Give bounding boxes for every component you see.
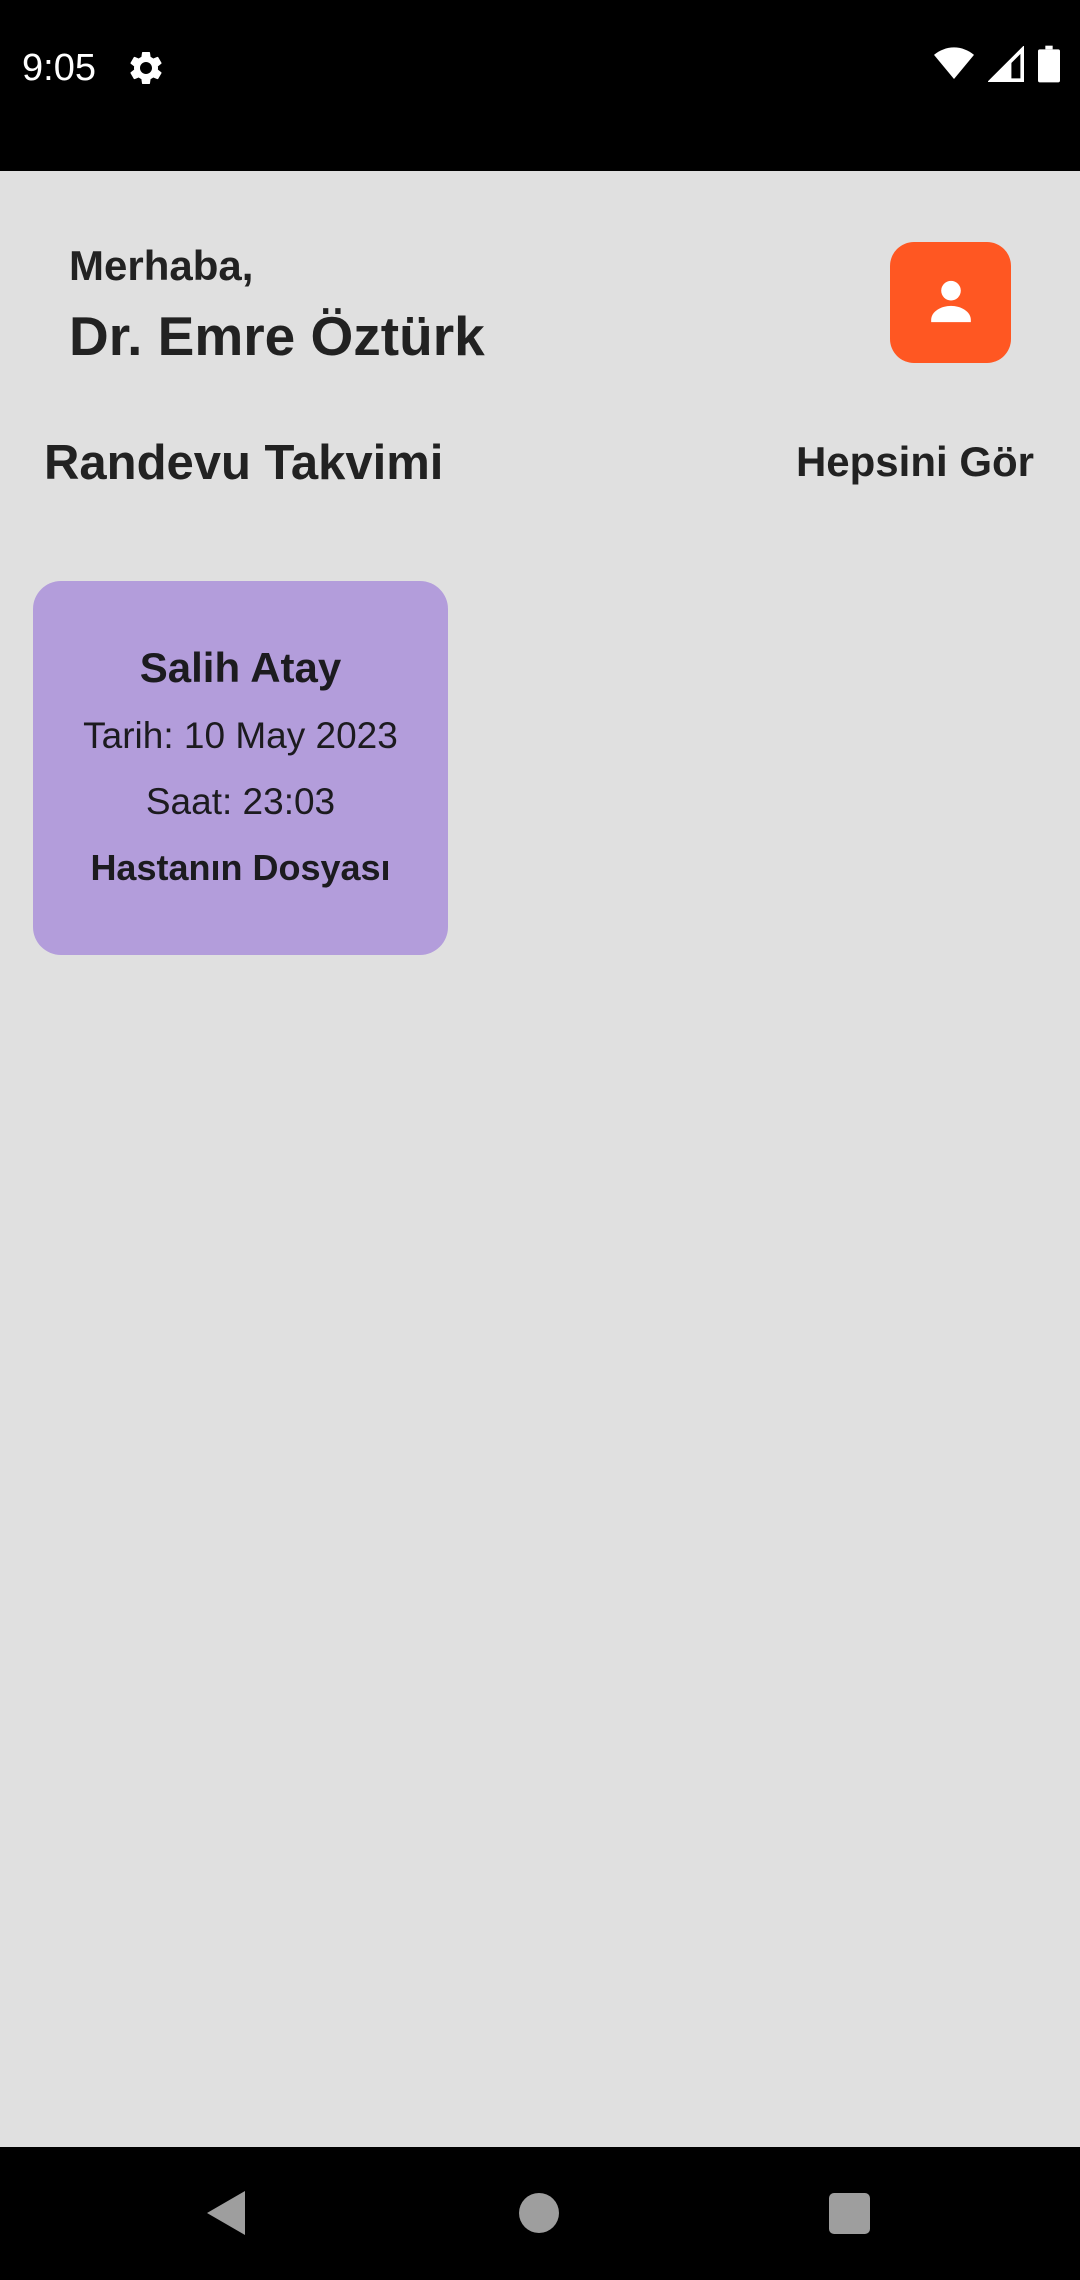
cell-signal-icon bbox=[987, 44, 1024, 87]
doctor-name: Dr. Emre Öztürk bbox=[69, 305, 485, 367]
home-icon[interactable] bbox=[519, 2193, 559, 2233]
back-icon[interactable] bbox=[205, 2189, 247, 2237]
status-time: 9:05 bbox=[22, 47, 96, 89]
main-content: Merhaba, Dr. Emre Öztürk Randevu Takvimi… bbox=[0, 171, 1080, 2147]
navigation-bar bbox=[0, 2147, 1080, 2280]
screen: 9:05 Merhaba, Dr. Emre Öztürk Randevu Ta… bbox=[0, 0, 1080, 2280]
patient-file-link[interactable]: Hastanın Dosyası bbox=[33, 843, 448, 893]
recents-icon[interactable] bbox=[829, 2193, 870, 2234]
see-all-link[interactable]: Hepsini Gör bbox=[796, 433, 1034, 491]
appointment-time: Saat: 23:03 bbox=[145, 781, 336, 822]
person-icon bbox=[923, 272, 979, 333]
greeting-text: Merhaba, bbox=[69, 242, 254, 289]
battery-icon bbox=[1038, 45, 1060, 88]
patient-name: Salih Atay bbox=[139, 644, 342, 691]
profile-button[interactable] bbox=[890, 242, 1011, 363]
status-bar: 9:05 bbox=[0, 0, 1080, 171]
appointment-card[interactable]: Salih Atay Tarih: 10 May 2023 Saat: 23:0… bbox=[33, 581, 448, 955]
settings-gear-icon bbox=[126, 48, 166, 88]
appointment-date: Tarih: 10 May 2023 bbox=[83, 715, 398, 756]
section-title: Randevu Takvimi bbox=[44, 436, 444, 490]
status-icons bbox=[934, 44, 1060, 88]
wifi-icon bbox=[934, 46, 974, 86]
